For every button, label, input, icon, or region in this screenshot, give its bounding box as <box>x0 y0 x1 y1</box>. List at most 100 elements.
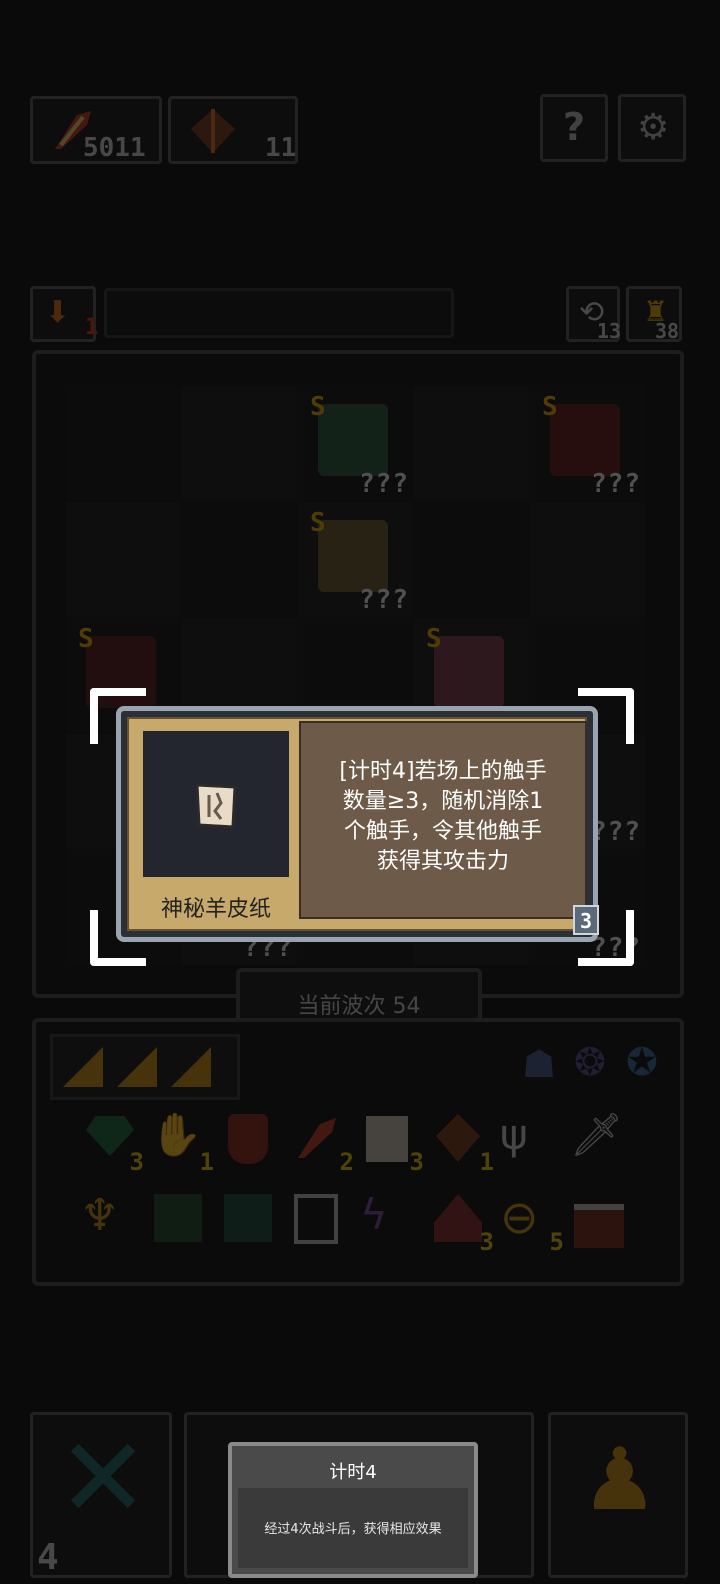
description-line: 个触手，令其他触手 <box>343 819 542 844</box>
ring-icon: ⊖ <box>500 1190 539 1244</box>
inventory-item[interactable]: 2 <box>290 1110 354 1176</box>
unit-rank: S <box>426 624 442 654</box>
tab-slot-icon[interactable] <box>171 1047 211 1087</box>
unit-stats: ??? <box>359 469 409 499</box>
feather-icon <box>298 1118 336 1158</box>
item-count: 3 <box>479 1228 494 1256</box>
gem-value: 11 <box>265 133 297 163</box>
item-count: 3 <box>129 1148 144 1176</box>
board-cell[interactable] <box>530 502 645 617</box>
unit-stats: ??? <box>359 585 409 615</box>
item-count: 3 <box>409 1148 424 1176</box>
refresh-button[interactable]: ⟲ 13 <box>566 286 622 343</box>
unit-stats: ??? <box>591 469 641 499</box>
level-badge[interactable]: ⬇ 1 <box>30 286 99 342</box>
board-cell[interactable]: S ??? <box>298 502 413 617</box>
inventory-item[interactable] <box>220 1110 278 1168</box>
item-count: 2 <box>339 1148 354 1176</box>
keyword-popup: 计时4 经过4次战斗后，获得相应效果 <box>228 1442 478 1578</box>
chess-button[interactable]: ♟ <box>548 1412 688 1578</box>
board-cell[interactable] <box>414 386 529 501</box>
gear-icon: ⚙ <box>637 107 670 148</box>
description-line: [计时4]若场上的触手 <box>339 759 547 784</box>
unit-portrait <box>318 520 388 592</box>
scroll-icon <box>366 1116 408 1162</box>
tab-slot-icon[interactable] <box>63 1047 103 1087</box>
tooltip-inner-frame: 神秘羊皮纸 [计时4]若场上的触手 数量≥3，随机消除1 个触手，令其他触手 获… <box>127 717 587 931</box>
unit-rank: S <box>542 392 558 422</box>
tentacle-icon: ψ <box>500 1110 528 1159</box>
board-cell[interactable] <box>182 502 297 617</box>
hood-icon <box>434 1194 482 1242</box>
filter-icons: ☗ ❂ ✪ <box>516 1036 676 1096</box>
inventory-item[interactable]: 3 <box>360 1110 424 1176</box>
experience-bar <box>104 288 454 338</box>
refresh-value: 13 <box>597 319 622 343</box>
gold-value: 5011 <box>83 133 146 163</box>
inventory-item[interactable]: ϟ <box>360 1190 418 1248</box>
tab-slot-icon[interactable] <box>117 1047 157 1087</box>
keyword-description: 经过4次战斗后，获得相应效果 <box>264 1522 442 1537</box>
description-line: 数量≥3，随机消除1 <box>342 789 544 814</box>
board-cell[interactable]: S ??? <box>298 386 413 501</box>
gem-icon <box>86 1116 134 1156</box>
board-cell[interactable]: S ??? <box>530 386 645 501</box>
trophy-value: 38 <box>655 319 680 343</box>
inventory-item[interactable] <box>220 1190 278 1248</box>
gem-counter: 11 <box>168 96 298 164</box>
inventory-item[interactable] <box>570 1190 628 1248</box>
board-cell[interactable] <box>182 386 297 501</box>
item-count: 1 <box>199 1148 214 1176</box>
inventory-item[interactable]: 3 <box>430 1190 494 1256</box>
map-icon <box>154 1194 202 1242</box>
item-tooltip[interactable]: 神秘羊皮纸 [计时4]若场上的触手 数量≥3，随机消除1 个触手，令其他触手 获… <box>116 706 599 942</box>
lightning-icon: ϟ <box>360 1190 388 1239</box>
totem-icon: ♆ <box>80 1190 120 1241</box>
item-count: 1 <box>479 1148 494 1176</box>
inventory-item[interactable]: 🗡 <box>570 1110 628 1168</box>
keyword-body: 经过4次战斗后，获得相应效果 <box>238 1488 468 1568</box>
help-button[interactable]: ? <box>540 94 608 162</box>
dagger-icon: 🗡 <box>570 1110 624 1159</box>
question-icon: ? <box>563 105 586 149</box>
inventory-item[interactable]: 3 <box>80 1110 144 1176</box>
unit-portrait <box>318 404 388 476</box>
mask-icon <box>228 1114 268 1164</box>
unit-rank: S <box>78 624 94 654</box>
map-icon <box>224 1194 272 1242</box>
inventory-item[interactable]: ✋ 1 <box>150 1110 214 1176</box>
inventory-item[interactable] <box>150 1190 208 1248</box>
level-value: 1 <box>85 315 99 340</box>
skull-filter-icon[interactable]: ☗ <box>522 1042 556 1086</box>
pawn-icon: ♟ <box>581 1430 659 1530</box>
item-level-badge: 3 <box>573 905 599 935</box>
item-name: 神秘羊皮纸 <box>160 897 271 922</box>
inventory-item[interactable]: ψ <box>500 1110 558 1168</box>
board-cell[interactable] <box>66 386 181 501</box>
trophy-button[interactable]: ♜ 38 <box>626 286 682 343</box>
board-cell[interactable] <box>414 502 529 617</box>
unit-portrait <box>550 404 620 476</box>
keyword-title: 计时4 <box>329 1462 377 1483</box>
description-line: 获得其攻击力 <box>376 849 509 874</box>
item-count: 5 <box>549 1228 564 1256</box>
item-description: [计时4]若场上的触手 数量≥3，随机消除1 个触手，令其他触手 获得其攻击力 <box>299 757 587 877</box>
wave-label: 当前波次 54 <box>297 994 421 1019</box>
crystal-icon <box>436 1114 480 1162</box>
hand-icon: ✋ <box>150 1110 203 1159</box>
inventory-item[interactable]: 1 <box>430 1110 494 1176</box>
settings-button[interactable]: ⚙ <box>618 94 686 162</box>
board-cell[interactable] <box>66 502 181 617</box>
inventory-item[interactable]: ♆ <box>80 1190 138 1248</box>
sell-button[interactable]: ✕ 4 <box>30 1412 172 1578</box>
inventory-item[interactable]: ⊖ 5 <box>500 1190 564 1256</box>
cage-icon <box>294 1194 338 1244</box>
inventory-tabs <box>50 1034 240 1100</box>
ring-filter-icon[interactable]: ✪ <box>626 1040 658 1084</box>
inventory-panel: ☗ ❂ ✪ 3 ✋ 1 2 3 1 ψ 🗡 ♆ ϟ 3 ⊖ 5 <box>32 1018 684 1286</box>
inventory-item[interactable] <box>290 1190 348 1248</box>
orb-filter-icon[interactable]: ❂ <box>574 1040 606 1084</box>
parchment-icon <box>195 783 237 829</box>
unit-portrait <box>434 636 504 708</box>
unit-rank: S <box>310 508 326 538</box>
